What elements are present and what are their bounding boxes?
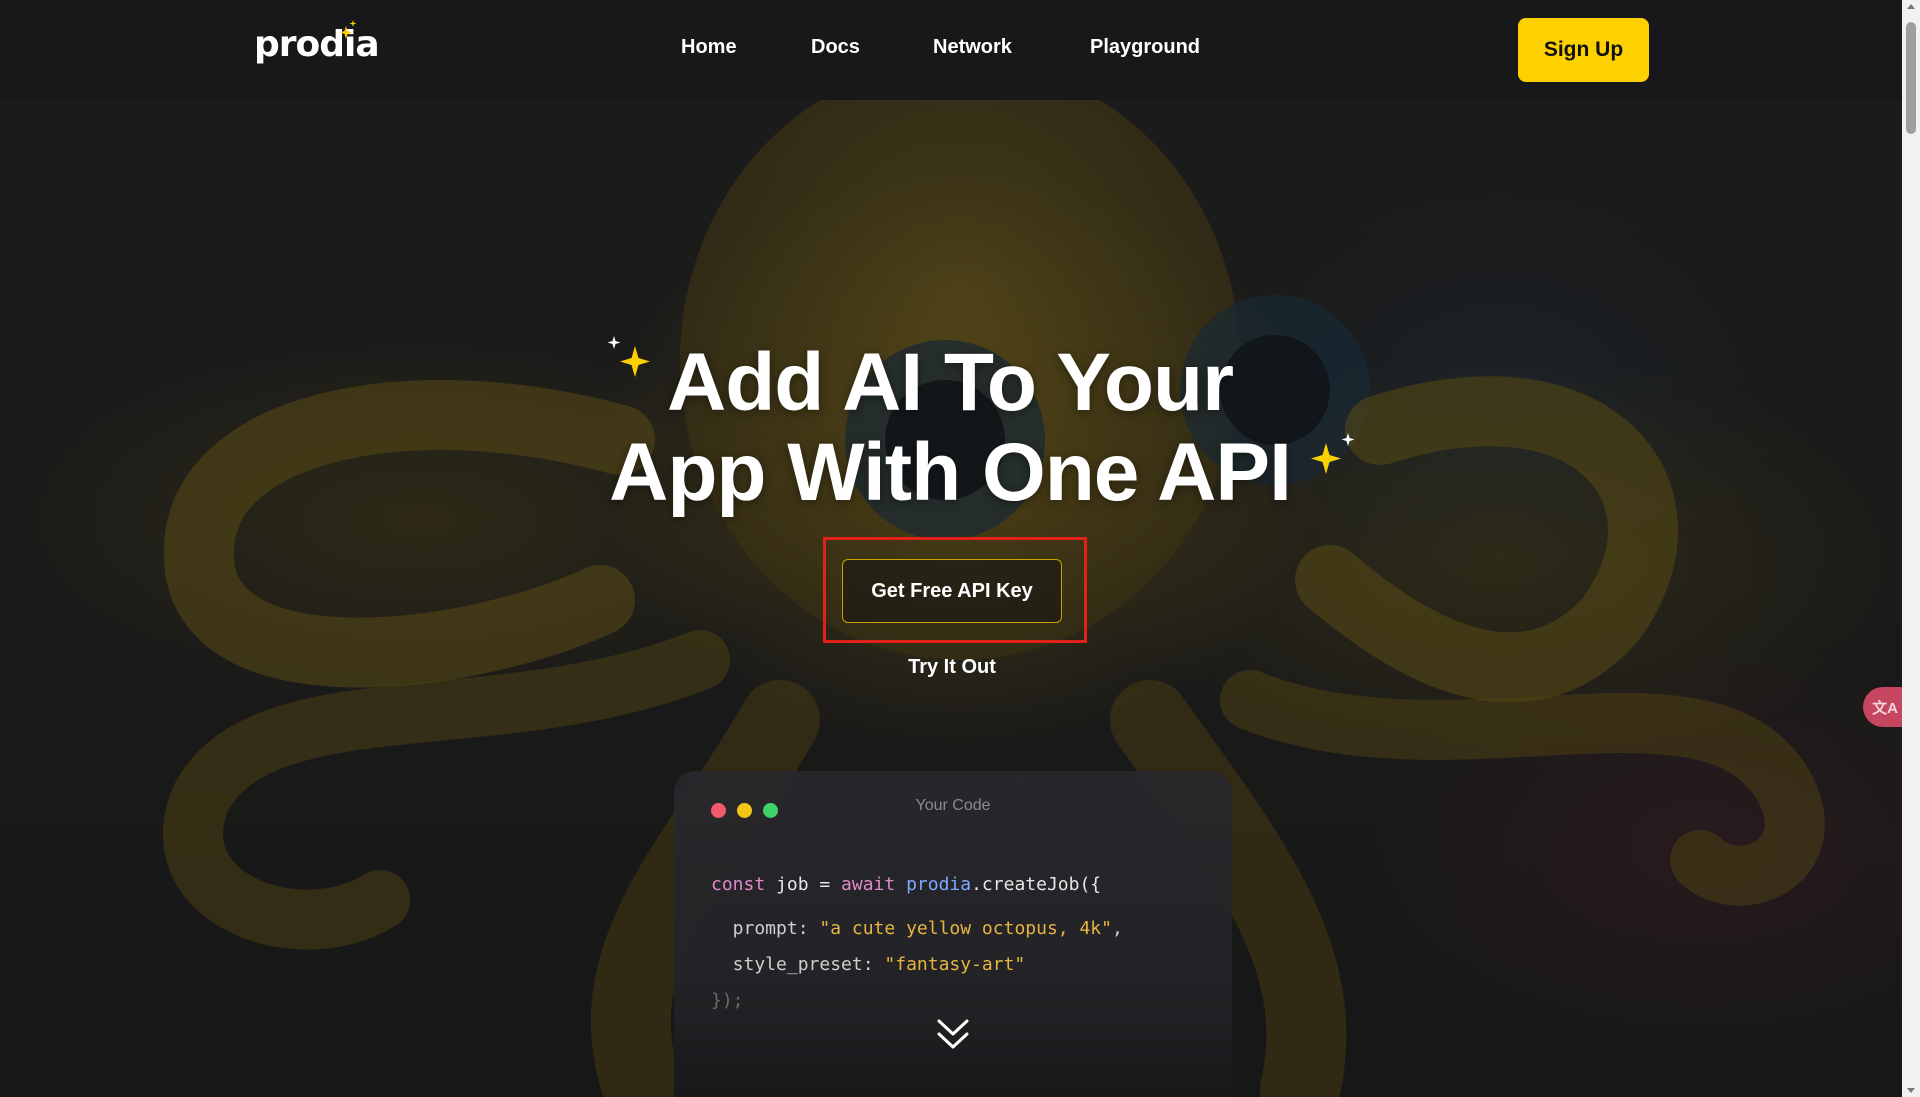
code-string: "fantasy-art"	[884, 954, 1026, 975]
code-keyword: const	[711, 874, 766, 895]
code-line-2: prompt: "a cute yellow octopus, 4k",	[711, 911, 1123, 947]
code-text: ,	[1111, 918, 1123, 939]
code-line-3: style_preset: "fantasy-art"	[711, 947, 1123, 983]
double-chevron-down-icon[interactable]	[935, 1017, 971, 1053]
code-key: prompt:	[711, 918, 820, 939]
nav-docs[interactable]: Docs	[811, 36, 860, 59]
page: prodia Home Docs Network Playground Sign…	[0, 0, 1902, 1097]
sign-up-button[interactable]: Sign Up	[1518, 18, 1649, 82]
get-free-api-key-button[interactable]: Get Free API Key	[842, 559, 1062, 623]
scroll-up-arrow-icon[interactable]	[1907, 4, 1915, 9]
scroll-thumb[interactable]	[1906, 22, 1916, 134]
code-card-title: Your Code	[915, 797, 991, 814]
code-keyword: await	[841, 874, 896, 895]
translate-icon[interactable]: 文A	[1863, 687, 1902, 727]
try-it-out-link[interactable]: Try It Out	[860, 656, 1044, 679]
code-block: const job = await prodia.createJob({ pro…	[711, 867, 1123, 1019]
scroll-down-arrow-icon[interactable]	[1907, 1088, 1915, 1093]
top-navbar: prodia Home Docs Network Playground Sign…	[0, 0, 1902, 100]
nav-home[interactable]: Home	[681, 36, 737, 59]
hero-headline: Add AI To Your App With One API	[560, 338, 1340, 518]
headline-line-1: Add AI To Your	[666, 337, 1234, 428]
page-scrollbar[interactable]	[1902, 0, 1920, 1097]
code-line-1: const job = await prodia.createJob({	[711, 867, 1123, 903]
nav-playground[interactable]: Playground	[1090, 36, 1200, 59]
code-key: style_preset:	[711, 954, 885, 975]
code-text: job =	[765, 874, 842, 895]
sparkle-icon	[1311, 433, 1355, 474]
code-line-4: });	[711, 990, 744, 1011]
code-object: prodia	[895, 874, 972, 895]
nav-network[interactable]: Network	[933, 36, 1012, 59]
code-string: "a cute yellow octopus, 4k"	[819, 918, 1112, 939]
headline-line-2: App With One API	[609, 427, 1292, 518]
code-text: .createJob({	[971, 874, 1102, 895]
